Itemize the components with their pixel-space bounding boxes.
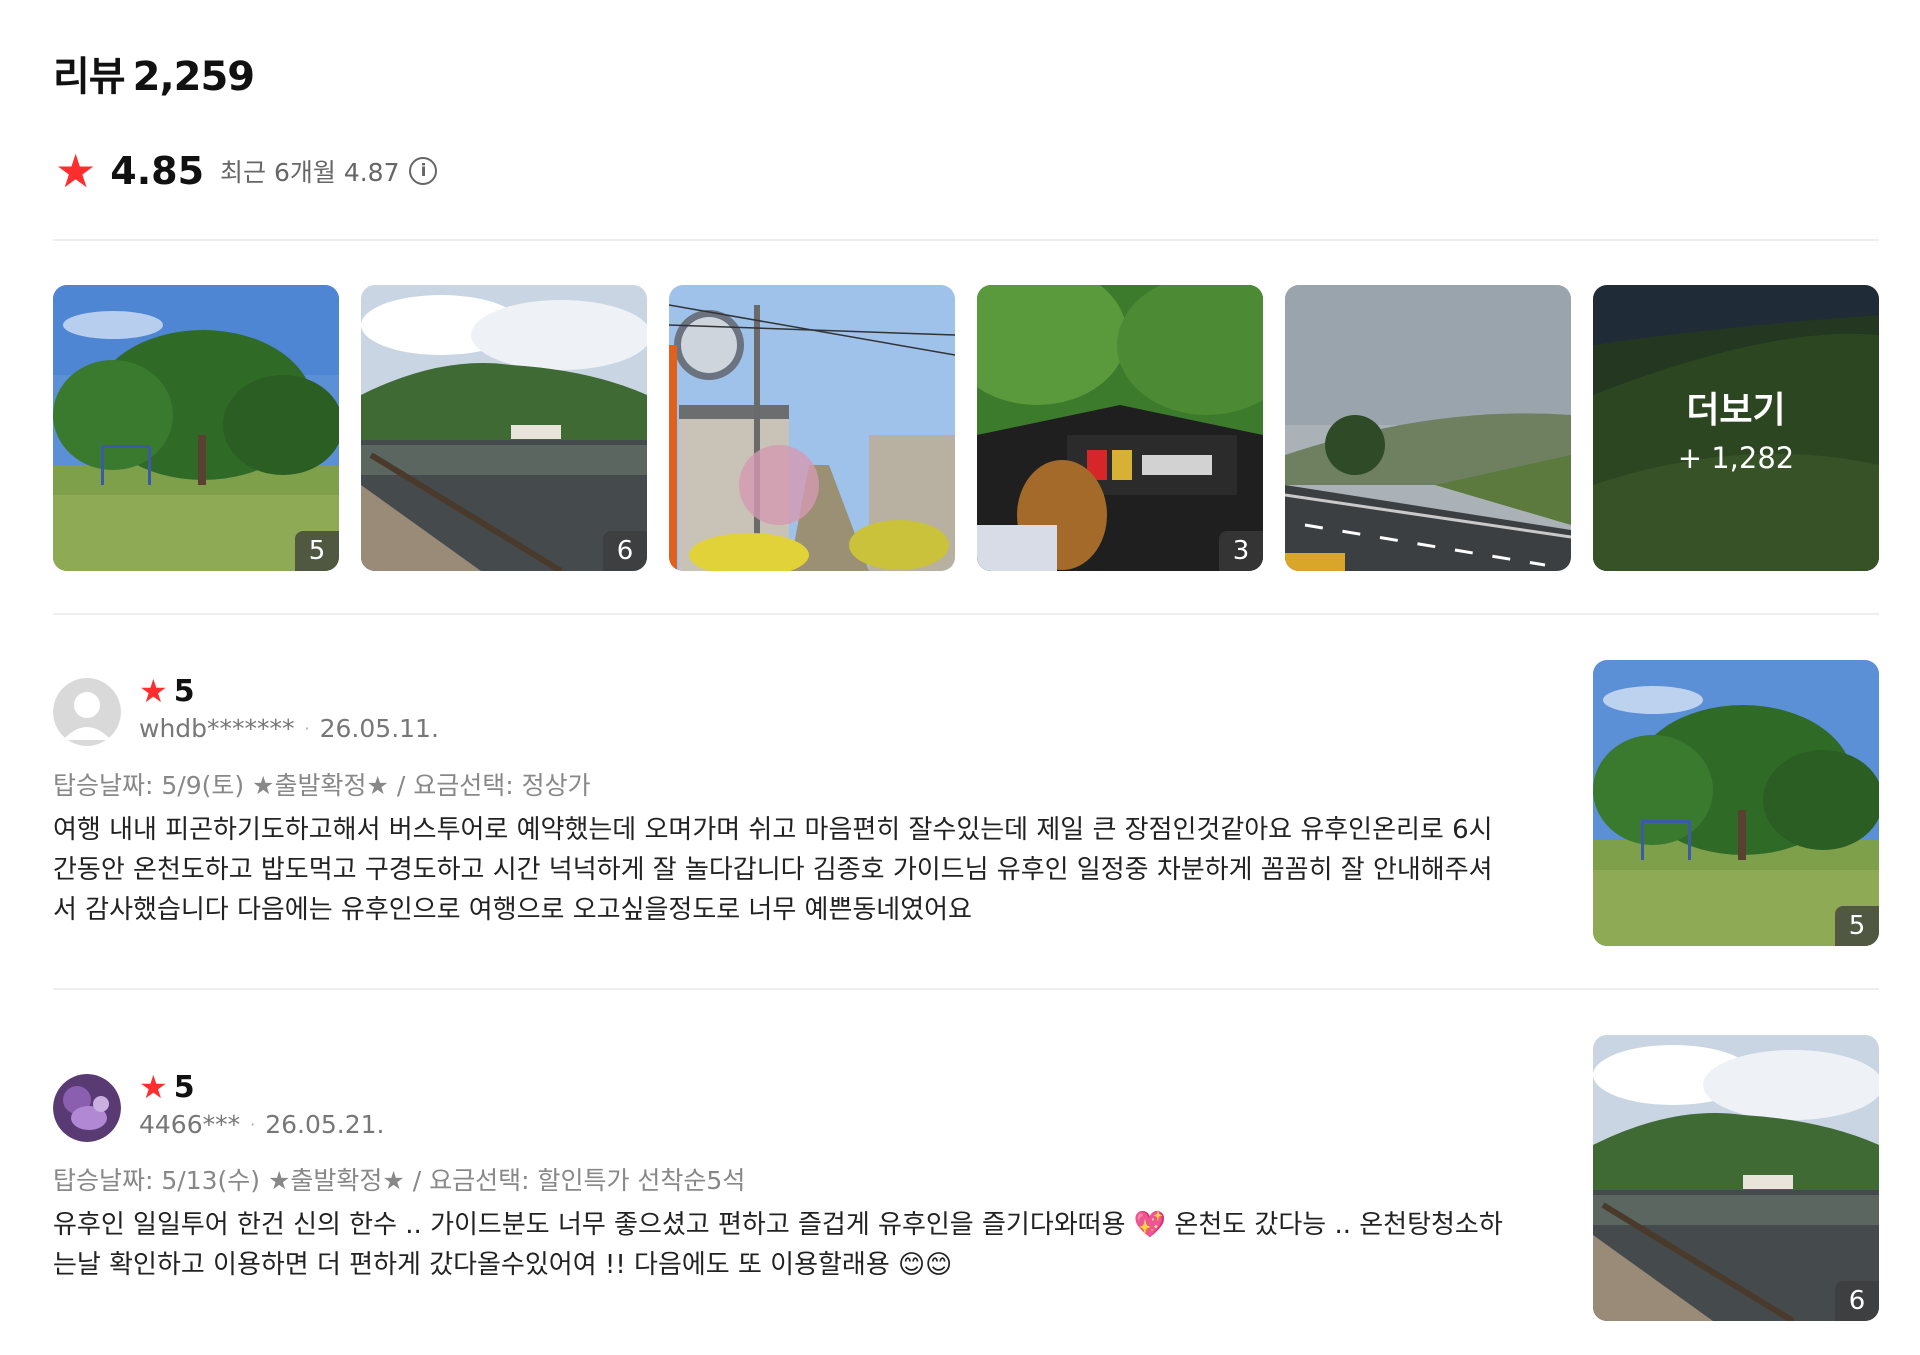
croquette-shop-photo-image (977, 285, 1263, 571)
street-photo-image (669, 285, 955, 571)
review-text: 여행 내내 피곤하기도하고해서 버스투어로 예약했는데 오며가며 쉬고 마음편히… (53, 815, 1493, 925)
avatar[interactable] (53, 678, 121, 746)
separator-dot: · (304, 719, 310, 738)
review-meta: whdb******* · 26.05.11. (139, 714, 439, 743)
park-photo-image (1593, 660, 1879, 946)
gallery-photo[interactable] (669, 285, 955, 571)
foggy-road-photo-image (1285, 285, 1571, 571)
review-header: ★ 5 4466*** · 26.05.21. (139, 1068, 385, 1139)
separator-dot: · (250, 1115, 256, 1134)
gallery-photo[interactable]: 5 (53, 285, 339, 571)
park-photo-image (53, 285, 339, 571)
review-username: 4466*** (139, 1110, 241, 1139)
reviews-title-label: 리뷰 (53, 54, 126, 100)
review-date: 26.05.11. (319, 714, 439, 743)
average-score: 4.85 (110, 149, 205, 193)
lake-photo-image (361, 285, 647, 571)
review-photo[interactable]: 6 (1593, 1035, 1879, 1321)
review-username: whdb******* (139, 714, 295, 743)
star-icon: ★ (55, 144, 97, 198)
divider (53, 239, 1879, 241)
gallery-photo[interactable]: 6 (361, 285, 647, 571)
gallery-more-tile[interactable]: 더보기 + 1,282 (1593, 285, 1879, 571)
review-options: 탑승날짜: 5/9(토) ★출발확정★ / 요금선택: 정상가 (53, 771, 591, 800)
photo-count-badge: 6 (603, 531, 647, 571)
review-photo[interactable]: 5 (1593, 660, 1879, 946)
info-icon[interactable]: i (409, 157, 438, 185)
divider (53, 613, 1879, 615)
star-icon: ★ (139, 1068, 168, 1106)
star-icon: ★ (139, 672, 168, 710)
lake-photo-image (1593, 1035, 1879, 1321)
avatar[interactable] (53, 1074, 121, 1142)
review-item: ★ 5 whdb******* · 26.05.11. 탑승날짜: 5/9(토)… (53, 660, 1879, 950)
gallery-photo[interactable]: 3 (977, 285, 1263, 571)
user-avatar-image (53, 1074, 121, 1142)
review-meta: 4466*** · 26.05.21. (139, 1110, 385, 1139)
reviews-count: 2,259 (132, 54, 256, 100)
photo-count-badge: 3 (1219, 531, 1263, 571)
rating-summary: ★ 4.85 최근 6개월 4.87 i (55, 144, 438, 198)
review-rating: ★ 5 (139, 1068, 385, 1106)
divider (53, 988, 1879, 990)
photo-count-badge: 5 (295, 531, 339, 571)
review-item: ★ 5 4466*** · 26.05.21. 탑승날짜: 5/13(수) ★출… (53, 1035, 1879, 1325)
review-header: ★ 5 whdb******* · 26.05.11. (139, 672, 439, 743)
view-more-label: 더보기 (1686, 390, 1786, 431)
review-rating: ★ 5 (139, 672, 439, 710)
view-more-count: + 1,282 (1677, 441, 1795, 475)
photo-gallery: 5 6 3 더보기 + 1,282 (53, 285, 1879, 571)
photo-count-badge: 6 (1835, 1281, 1879, 1321)
default-avatar-icon (53, 678, 121, 746)
review-rating-value: 5 (173, 1069, 195, 1105)
photo-count-badge: 5 (1835, 906, 1879, 946)
view-more-button[interactable]: 더보기 + 1,282 (1593, 285, 1879, 571)
review-text: 유후인 일일투어 한건 신의 한수 .. 가이드분도 너무 좋으셨고 편하고 즐… (53, 1210, 1503, 1280)
gallery-photo[interactable] (1285, 285, 1571, 571)
reviews-title: 리뷰 2,259 (53, 44, 256, 102)
review-rating-value: 5 (173, 673, 195, 709)
recent-rating: 최근 6개월 4.87 (220, 158, 400, 187)
review-options: 탑승날짜: 5/13(수) ★출발확정★ / 요금선택: 할인특가 선착순5석 (53, 1166, 746, 1195)
review-date: 26.05.21. (265, 1110, 385, 1139)
